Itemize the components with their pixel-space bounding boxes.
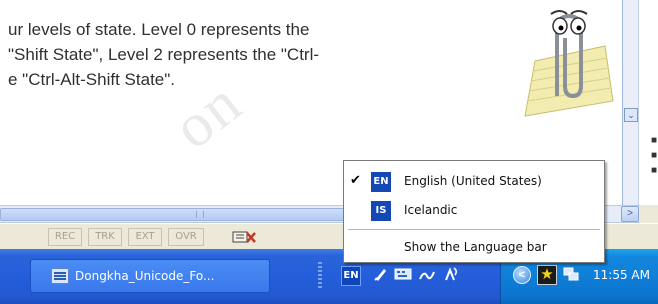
task-pane-bullet-icon: ■ [651,165,658,176]
menu-item-show-language-bar[interactable]: Show the Language bar [344,235,604,261]
language-code-badge: EN [371,172,391,192]
menu-item-icelandic[interactable]: IS Icelandic [344,198,604,224]
office-assistant-paperclip-icon[interactable] [505,6,615,126]
menu-item-label: English (United States) [404,174,542,188]
pen-icon[interactable] [372,266,390,284]
document-line: ur levels of state. Level 0 represents t… [8,20,310,39]
menu-divider [348,229,600,231]
menu-item-english[interactable]: ✔ EN English (United States) [344,169,604,195]
status-ovr[interactable]: OVR [168,228,204,246]
network-icon[interactable] [561,265,581,285]
word-document-icon [51,268,69,284]
document-line: "Shift State", Level 2 represents the "C… [8,45,320,64]
scrollbar-corner [640,205,658,223]
star-icon[interactable]: ★ [537,265,557,285]
status-rec[interactable]: REC [48,228,82,246]
task-pane-down-icon[interactable]: ⌄ [624,108,638,122]
task-pane-scrollbar[interactable] [623,0,639,205]
keyboard-icon[interactable] [394,266,412,284]
scrollbar-grip-icon [196,211,204,218]
document-line: e "Ctrl-Alt-Shift State". [8,70,176,89]
clock[interactable]: 11:55 AM [593,268,650,282]
taskbar-window-label: Dongkha_Unicode_Fo... [75,269,215,283]
language-code-badge: IS [371,201,391,221]
chevron-left-icon[interactable]: < [513,266,531,284]
language-bar-grip[interactable] [318,262,322,290]
menu-item-label: Icelandic [404,203,458,217]
scroll-right-arrow-icon[interactable]: > [621,206,639,222]
task-pane-bullet-icon: ■ [651,135,658,146]
scrollbar-thumb[interactable] [0,208,395,221]
task-pane: ⌄ ■ ■ ■ [622,0,658,205]
speech-icon[interactable] [442,266,460,284]
language-menu: ✔ EN English (United States) IS Icelandi… [343,160,605,263]
checkmark-icon: ✔ [350,173,361,188]
handwriting-icon[interactable] [418,266,436,284]
task-pane-bullet-icon: ■ [651,150,658,161]
taskbar-window-button[interactable]: Dongkha_Unicode_Fo... [30,259,270,293]
status-trk[interactable]: TRK [88,228,122,246]
menu-item-label: Show the Language bar [404,240,547,254]
status-ext[interactable]: EXT [128,228,162,246]
language-indicator-button[interactable]: EN [341,266,361,286]
spelling-status-icon[interactable] [232,230,256,244]
